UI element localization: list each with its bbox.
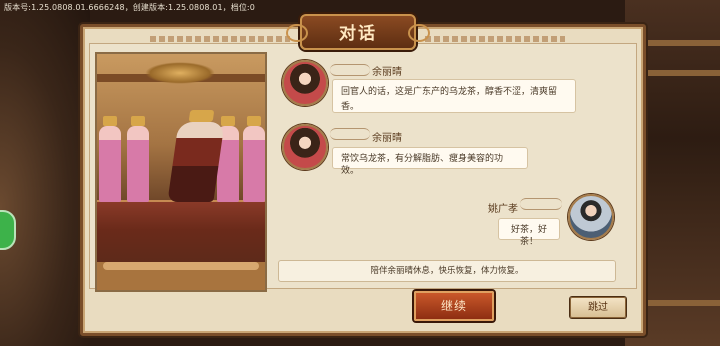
background-left (0, 0, 90, 346)
skip-button[interactable]: 跳过 (570, 297, 626, 318)
speaker-name: 余丽晴 (372, 133, 402, 144)
name-ornament (330, 128, 370, 140)
continue-button[interactable]: 继续 (414, 291, 494, 321)
speaker-avatar-yu-liqing (282, 60, 328, 106)
speaker-avatar-yao-guangxiao (568, 194, 614, 240)
speaker-avatar-yu-liqing (282, 124, 328, 170)
name-ornament (520, 198, 562, 210)
speaker-name: 姚广孝 (488, 204, 518, 215)
scene-illustration (95, 52, 267, 292)
version-info: 版本号:1.25.0808.01.6666248，创建版本:1.25.0808.… (4, 3, 255, 12)
dialog-title: 对话 (339, 24, 377, 44)
side-menu-badge[interactable] (0, 210, 16, 250)
dialogue-bubble: 回官人的话，这是广东产的乌龙茶，醇香不涩，清爽留香。 (332, 79, 576, 113)
title-plate: 对话 (286, 14, 430, 50)
dialogue-bubble: 好茶，好茶！ (498, 218, 560, 247)
title-ornament-left (150, 36, 290, 42)
speaker-name: 余丽晴 (372, 67, 402, 78)
narration-text: 陪伴余丽晴休息，快乐恢复，体力恢复。 (278, 260, 616, 282)
name-ornament (330, 64, 370, 76)
dialogue-bubble: 常饮乌龙茶，有分解脂肪、瘦身美容的功效。 (332, 147, 528, 176)
title-ornament-right (425, 36, 565, 42)
